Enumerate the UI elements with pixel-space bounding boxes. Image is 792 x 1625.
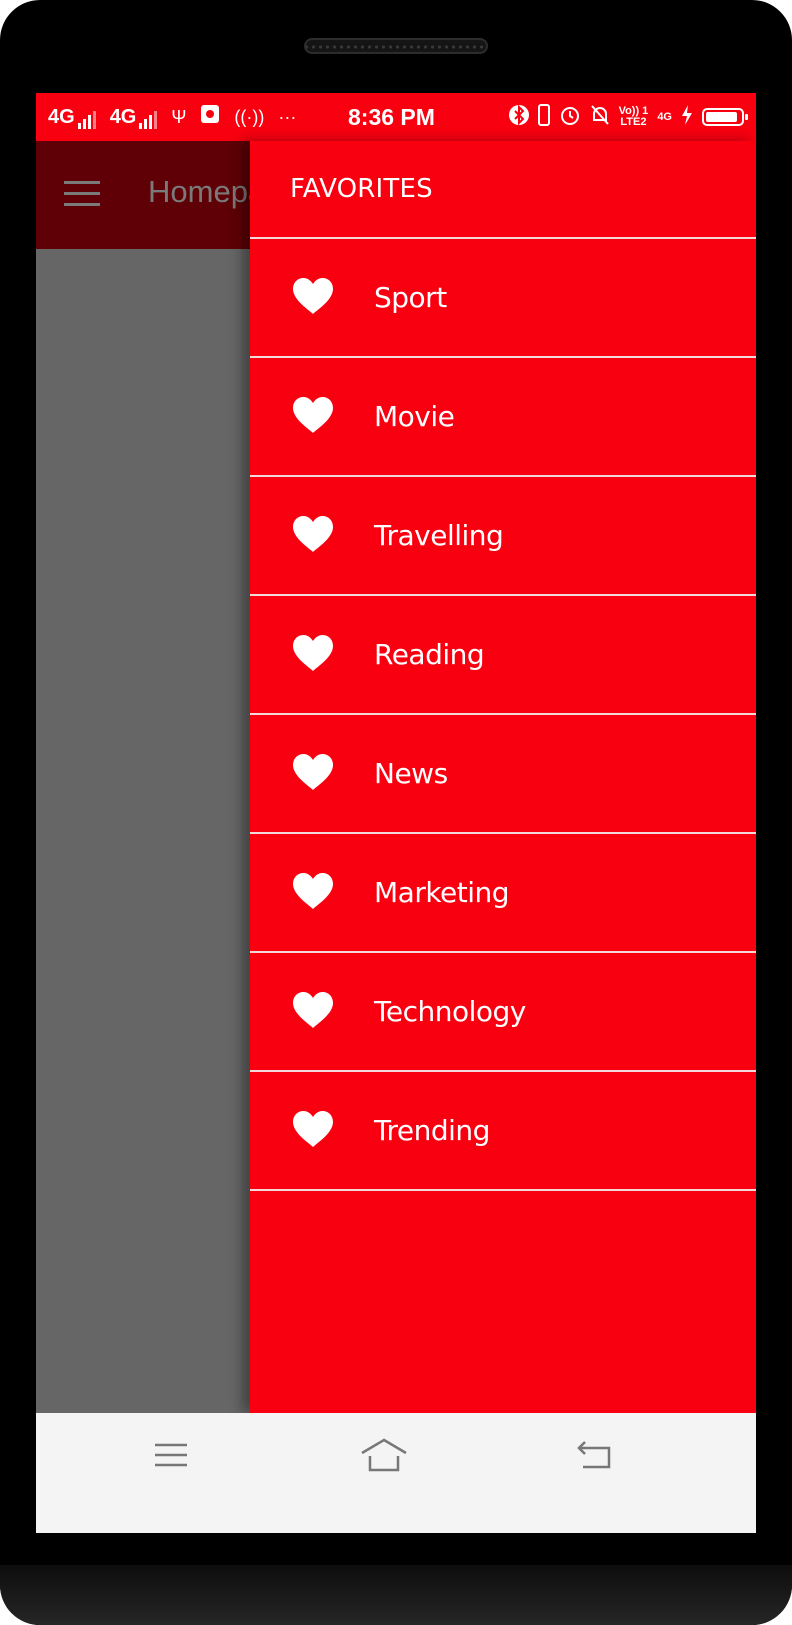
page-title: Homepa <box>148 174 266 209</box>
alarm-icon <box>559 104 581 131</box>
drawer-header: FAVORITES <box>250 141 756 239</box>
phone-screen: 4G 4G Ψ ((·)) ··· 8:36 PM Vo)) 1 LTE2 4G… <box>36 93 756 1533</box>
menu-item-technology[interactable]: Technology <box>250 953 756 1072</box>
heart-icon <box>292 634 334 672</box>
status-time: 8:36 PM <box>348 104 435 130</box>
app-notification-icon <box>200 104 220 130</box>
volte-indicator: Vo)) 1 LTE2 <box>618 105 649 128</box>
phone-frame: 4G 4G Ψ ((·)) ··· 8:36 PM Vo)) 1 LTE2 4G… <box>0 0 792 1625</box>
menu-item-trending[interactable]: Trending <box>250 1072 756 1191</box>
network-small-indicator: 4G <box>657 110 672 123</box>
menu-item-label: Marketing <box>374 876 510 909</box>
vibrate-icon <box>537 103 550 131</box>
menu-item-reading[interactable]: Reading <box>250 596 756 715</box>
speaker-grille <box>304 38 488 54</box>
heart-icon <box>292 515 334 553</box>
phone-chin <box>0 1565 792 1625</box>
heart-icon <box>292 396 334 434</box>
system-nav-bar <box>36 1413 756 1533</box>
home-icon <box>361 1438 407 1472</box>
menu-item-sport[interactable]: Sport <box>250 239 756 358</box>
recents-button[interactable] <box>111 1413 231 1497</box>
recents-icon <box>155 1443 187 1467</box>
menu-item-label: Movie <box>374 400 455 433</box>
signal-bars-icon <box>139 110 158 129</box>
heart-icon <box>292 872 334 910</box>
charging-icon <box>681 104 693 130</box>
back-icon <box>577 1441 611 1469</box>
heart-icon <box>292 1110 334 1148</box>
menu-item-label: Travelling <box>374 519 504 552</box>
menu-item-label: Trending <box>374 1114 490 1147</box>
signal-bars-icon <box>77 110 96 129</box>
more-notifications-icon: ··· <box>278 106 297 127</box>
network-indicator-2: 4G <box>110 106 158 129</box>
menu-item-movie[interactable]: Movie <box>250 358 756 477</box>
menu-icon[interactable] <box>64 181 100 207</box>
navigation-drawer: FAVORITES Sport Movie Travelling Reading New… <box>250 141 756 1413</box>
heart-icon <box>292 991 334 1029</box>
menu-item-label: Technology <box>374 995 526 1028</box>
bluetooth-icon <box>508 104 529 131</box>
menu-item-label: Reading <box>374 638 485 671</box>
menu-item-marketing[interactable]: Marketing <box>250 834 756 953</box>
battery-icon <box>702 108 748 126</box>
menu-item-label: Sport <box>374 281 447 314</box>
menu-item-news[interactable]: News <box>250 715 756 834</box>
menu-item-travelling[interactable]: Travelling <box>250 477 756 596</box>
hotspot-icon: ((·)) <box>234 106 265 127</box>
menu-item-label: News <box>374 757 448 790</box>
favorites-list: Sport Movie Travelling Reading News Marketing… <box>250 239 756 1191</box>
notifications-off-icon <box>590 104 610 131</box>
home-button[interactable] <box>324 1413 444 1497</box>
status-bar: 4G 4G Ψ ((·)) ··· 8:36 PM Vo)) 1 LTE2 4G <box>36 93 756 141</box>
usb-icon: Ψ <box>171 106 187 127</box>
back-button[interactable] <box>534 1413 654 1497</box>
heart-icon <box>292 753 334 791</box>
heart-icon <box>292 277 334 315</box>
drawer-title: FAVORITES <box>290 174 433 204</box>
network-indicator-1: 4G <box>48 106 96 129</box>
